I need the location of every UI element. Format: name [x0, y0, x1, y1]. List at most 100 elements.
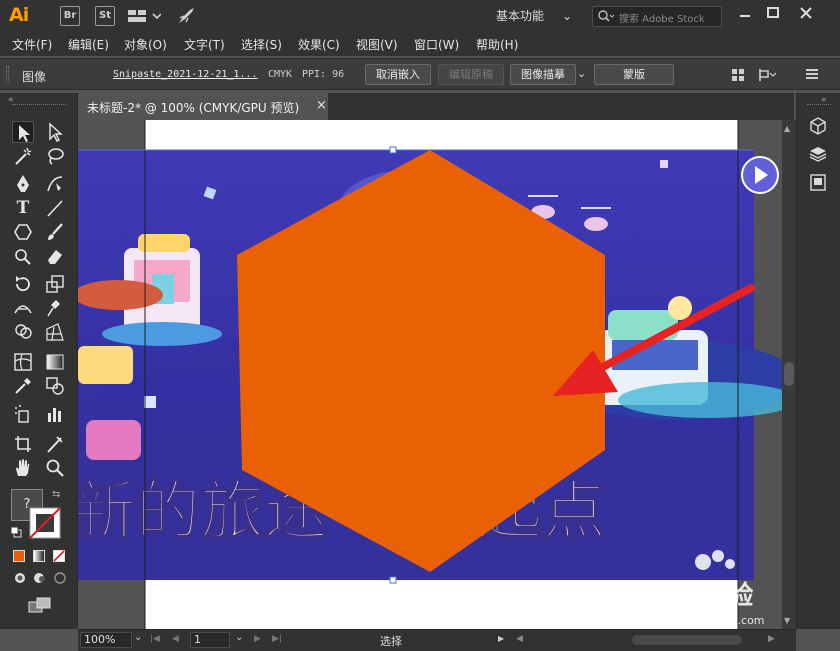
image-trace-button[interactable]: 图像描摹 — [510, 64, 576, 85]
draw-inside-icon[interactable] — [53, 571, 67, 585]
symbol-sprayer-tool-icon[interactable] — [12, 403, 34, 425]
scroll-down-icon[interactable]: ▼ — [784, 616, 794, 625]
swap-fill-stroke-icon[interactable]: ⇆ — [52, 489, 64, 501]
search-placeholder: 搜索 Adobe Stock — [619, 14, 705, 25]
lasso-tool-icon[interactable] — [44, 145, 66, 167]
menu-type[interactable]: 文字(T) — [184, 36, 225, 53]
menu-object[interactable]: 对象(O) — [124, 36, 167, 53]
menu-edit[interactable]: 编辑(E) — [68, 36, 109, 53]
color-mode-icon[interactable] — [13, 550, 25, 562]
default-colors-icon[interactable] — [10, 526, 22, 538]
stock-search-field[interactable]: 搜索 Adobe Stock — [592, 6, 722, 27]
artboard-number-field[interactable]: 1 — [190, 632, 230, 648]
menu-file[interactable]: 文件(F) — [12, 36, 52, 53]
horizontal-scroll-thumb[interactable] — [632, 635, 742, 645]
bridge-icon[interactable]: Br — [60, 6, 80, 26]
status-menu-icon[interactable]: ▶ — [498, 634, 504, 643]
width-tool-icon[interactable] — [12, 297, 34, 319]
scroll-left-icon[interactable]: ◀ — [516, 634, 523, 644]
gradient-mode-icon[interactable] — [33, 550, 45, 562]
floating-cube — [660, 160, 668, 168]
libraries-icon[interactable] — [808, 116, 828, 136]
first-artboard-icon[interactable]: |◀ — [150, 634, 160, 644]
align-grid-icon[interactable] — [731, 68, 745, 82]
blend-tool-icon[interactable] — [44, 375, 66, 397]
workspace-switcher[interactable]: 基本功能 ⌄ — [496, 6, 576, 26]
stroke-swatch[interactable] — [29, 507, 61, 539]
shape-builder-tool-icon[interactable] — [12, 321, 34, 343]
image-trace-dropdown-icon[interactable]: ⌄ — [577, 67, 589, 81]
rotate-tool-icon[interactable] — [12, 273, 34, 295]
selection-handle-top[interactable] — [389, 146, 397, 154]
layers-icon[interactable] — [808, 144, 828, 164]
selection-handle-bottom[interactable] — [389, 576, 397, 584]
direct-selection-tool-icon[interactable] — [44, 121, 66, 143]
type-tool-icon[interactable]: T — [12, 197, 34, 219]
next-artboard-icon[interactable]: ▶ — [254, 634, 261, 644]
menu-help[interactable]: 帮助(H) — [476, 36, 518, 53]
menu-effect[interactable]: 效果(C) — [298, 36, 340, 53]
slice-tool-icon[interactable] — [44, 433, 66, 455]
arrange-documents-icon[interactable] — [127, 9, 162, 23]
menu-window[interactable]: 窗口(W) — [414, 36, 459, 53]
artboard-dropdown-icon[interactable]: ⌄ — [235, 632, 243, 643]
line-segment-tool-icon[interactable] — [44, 197, 66, 219]
panel-grip[interactable] — [12, 104, 66, 107]
control-bar-grip[interactable] — [6, 66, 9, 82]
curvature-tool-icon[interactable] — [44, 173, 66, 195]
eraser-tool-icon[interactable] — [44, 245, 66, 267]
previous-artboard-icon[interactable]: ◀ — [172, 634, 179, 644]
vertical-scroll-thumb[interactable] — [784, 362, 794, 386]
eyedropper-tool-icon[interactable] — [12, 375, 34, 397]
artboard-tool-icon[interactable] — [12, 433, 34, 455]
rocket-icon[interactable] — [176, 6, 196, 26]
maximize-button[interactable] — [764, 5, 782, 21]
mesh-tool-icon[interactable] — [12, 351, 34, 373]
canvas-area[interactable]: 新的旅途 新的起点 Bai 经验 jingyan.baidu.com — [78, 120, 782, 629]
minimize-button[interactable] — [736, 6, 754, 22]
properties-icon[interactable] — [808, 172, 828, 192]
shaper-tool-icon[interactable] — [12, 245, 34, 267]
none-mode-icon[interactable] — [53, 550, 65, 562]
chevron-down-icon: ⌄ — [562, 9, 573, 23]
magic-wand-tool-icon[interactable] — [12, 145, 34, 167]
pen-tool-icon[interactable] — [12, 173, 34, 195]
menu-select[interactable]: 选择(S) — [241, 36, 282, 53]
search-icon — [597, 9, 615, 27]
edit-original-button[interactable]: 编辑原稿 — [438, 64, 504, 85]
stock-icon[interactable]: St — [95, 6, 115, 26]
selection-tool-icon[interactable] — [12, 121, 34, 143]
mask-button[interactable]: 蒙版 — [594, 64, 674, 85]
polygon-tool-icon[interactable] — [12, 221, 34, 243]
column-graph-tool-icon[interactable] — [44, 403, 66, 425]
scroll-right-icon[interactable]: ▶ — [768, 634, 775, 644]
paintbrush-tool-icon[interactable] — [44, 221, 66, 243]
document-tab[interactable]: 未标题-2* @ 100% (CMYK/GPU 预览) × — [78, 93, 328, 120]
perspective-grid-tool-icon[interactable] — [44, 321, 66, 343]
panel-dock: « — [796, 93, 840, 629]
last-artboard-icon[interactable]: ▶| — [272, 634, 282, 644]
draw-behind-icon[interactable] — [33, 571, 47, 585]
draw-normal-icon[interactable] — [13, 571, 27, 585]
dock-grip[interactable] — [807, 104, 831, 107]
scroll-up-icon[interactable]: ▲ — [784, 124, 794, 133]
transform-icon[interactable] — [758, 67, 777, 83]
close-tab-icon[interactable]: × — [316, 98, 327, 113]
gradient-tool-icon[interactable] — [44, 351, 66, 373]
zoom-level-field[interactable]: 100% — [80, 632, 132, 648]
linked-filename[interactable]: Snipaste_2021-12-21_1... — [113, 69, 258, 80]
hand-tool-icon[interactable] — [12, 457, 34, 479]
menu-view[interactable]: 视图(V) — [356, 36, 398, 53]
close-window-button[interactable] — [795, 4, 817, 22]
collapse-panel-icon[interactable]: « — [8, 95, 20, 105]
control-menu-icon[interactable] — [805, 66, 819, 82]
title-bar: Ai Br St 基本功能 ⌄ 搜索 Adobe Stock — [0, 0, 840, 32]
puppet-warp-tool-icon[interactable] — [44, 297, 66, 319]
vertical-scrollbar[interactable]: ▲ ▼ — [782, 120, 796, 629]
zoom-dropdown-icon[interactable]: ⌄ — [134, 632, 142, 643]
scale-tool-icon[interactable] — [44, 273, 66, 295]
screen-mode-icon[interactable] — [28, 597, 52, 613]
zoom-tool-icon[interactable] — [44, 457, 66, 479]
current-tool-label: 选择 — [380, 635, 402, 648]
unembed-button[interactable]: 取消嵌入 — [365, 64, 431, 85]
